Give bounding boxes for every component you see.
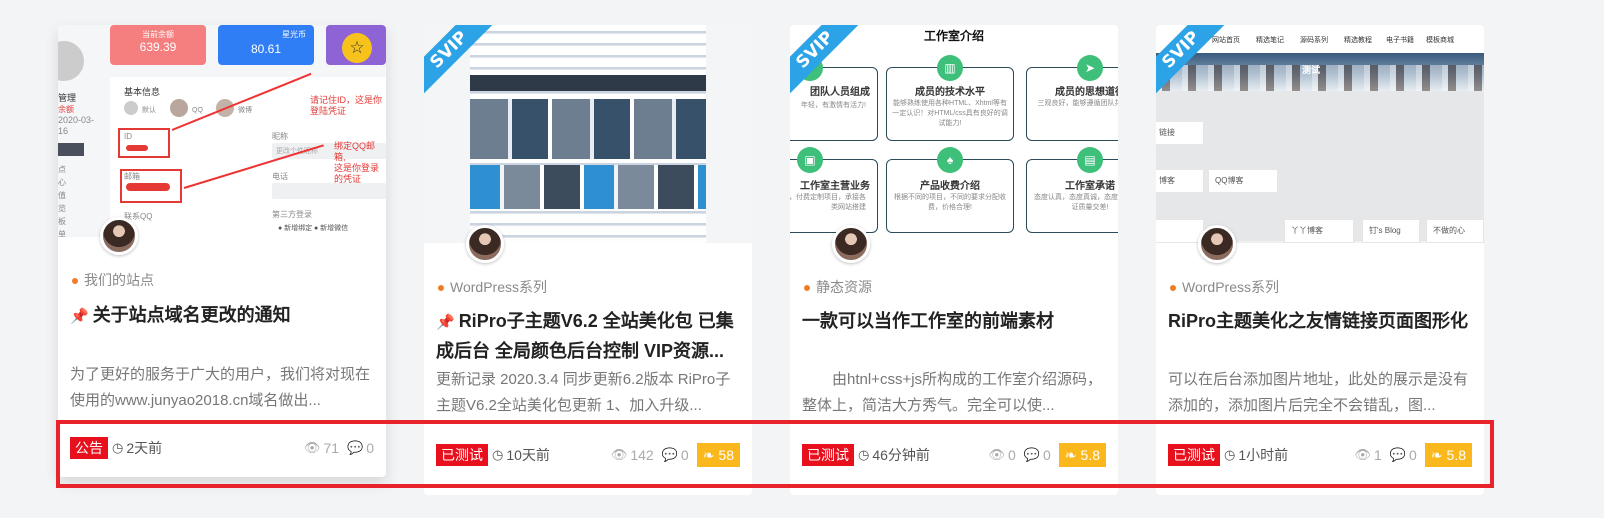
post-card[interactable]: 管理 余额 2020-03-16 点心值览板单号 当前余额 639.39 星光币… bbox=[58, 25, 386, 477]
post-title[interactable]: 📌 关于站点域名更改的通知 bbox=[70, 301, 374, 331]
bag-icon: ▤ bbox=[1077, 147, 1103, 173]
post-category[interactable]: WordPress系列 bbox=[438, 277, 547, 297]
post-category[interactable]: WordPress系列 bbox=[1170, 277, 1279, 297]
post-title[interactable]: 📌 RiPro子主题V6.2 全站美化包 已集成后台 全局颜色后台控制 VIP资源… bbox=[436, 307, 740, 365]
category-dot-icon bbox=[804, 285, 810, 292]
leaf-icon: ♠ bbox=[937, 147, 963, 173]
send-icon: ➤ bbox=[1077, 55, 1103, 81]
post-excerpt: 为了更好的服务于广大的用户，我们将对现在使用的www.junyao2018.cn… bbox=[70, 366, 371, 409]
post-grid: 管理 余额 2020-03-16 点心值览板单号 当前余额 639.39 星光币… bbox=[0, 0, 1604, 518]
star-icon: ☆ bbox=[342, 33, 372, 63]
author-avatar[interactable] bbox=[100, 217, 138, 255]
post-thumbnail[interactable]: 管理 余额 2020-03-16 点心值览板单号 当前余额 639.39 星光币… bbox=[58, 25, 386, 237]
author-avatar[interactable] bbox=[1198, 225, 1236, 263]
post-thumbnail[interactable]: SVIP bbox=[424, 25, 752, 243]
author-avatar[interactable] bbox=[832, 225, 870, 263]
post-thumbnail[interactable]: 网站首页 精选笔记 源码系列 精选教程 电子书籍 模板商城 测试 链接 博客 Q… bbox=[1156, 25, 1484, 243]
category-dot-icon bbox=[1170, 285, 1176, 292]
image-icon: ▣ bbox=[797, 147, 823, 173]
category-dot-icon bbox=[438, 285, 444, 292]
author-avatar[interactable] bbox=[466, 225, 504, 263]
post-category[interactable]: 静态资源 bbox=[804, 277, 872, 297]
post-excerpt: 更新记录 2020.3.4 同步更新6.2版本 RiPro子主题V6.2全站美化… bbox=[436, 371, 731, 414]
post-excerpt: 可以在后台添加图片地址，此处的展示是没有添加的，添加图片后完全不会错乱，图... bbox=[1168, 371, 1469, 414]
pushpin-icon: 📌 bbox=[70, 308, 89, 325]
post-excerpt: 由htnl+css+js所构成的工作室介绍源码，整体上，简洁大方秀气。完全可以使… bbox=[802, 371, 1103, 414]
post-title[interactable]: RiPro主题美化之友情链接页面图形化 bbox=[1168, 307, 1472, 335]
post-thumbnail[interactable]: 工作室介绍 团队人员组成 年轻，有激情有活力! ▥ 成员的技术水平 能够熟练使用… bbox=[790, 25, 1118, 243]
post-title[interactable]: 一款可以当作工作室的前端素材 bbox=[802, 307, 1106, 335]
post-category[interactable]: 我们的站点 bbox=[72, 270, 154, 290]
chart-icon: ▥ bbox=[937, 55, 963, 81]
pushpin-icon: 📌 bbox=[436, 314, 455, 331]
category-dot-icon bbox=[72, 278, 78, 285]
highlight-annotation-box bbox=[56, 420, 1494, 488]
